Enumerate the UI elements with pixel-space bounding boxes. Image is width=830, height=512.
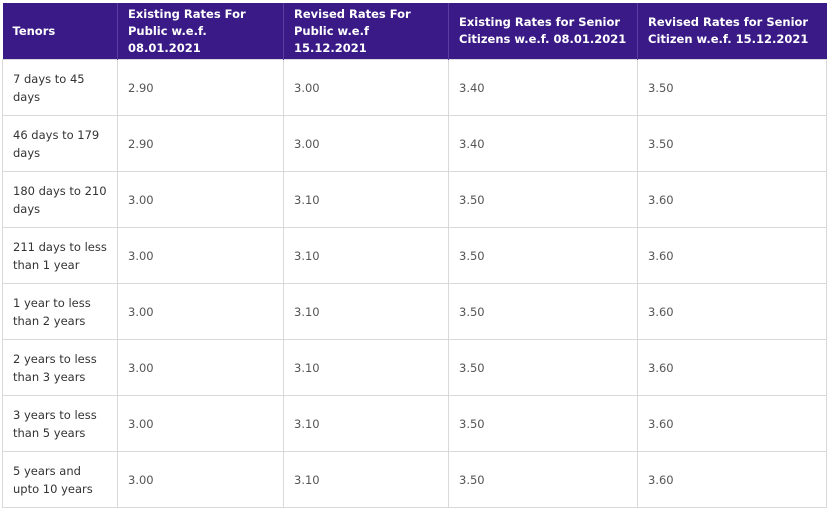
tenor-cell: 5 years and upto 10 years bbox=[2, 451, 118, 508]
revised-senior-rate-cell: 3.60 bbox=[637, 451, 827, 508]
tenor-cell: 46 days to 179 days bbox=[2, 115, 118, 172]
table-row: 46 days to 179 days 2.90 3.00 3.40 3.50 bbox=[2, 115, 827, 172]
existing-public-rate-cell: 2.90 bbox=[117, 115, 284, 172]
tenor-cell: 3 years to less than 5 years bbox=[2, 395, 118, 452]
existing-senior-rate-cell: 3.50 bbox=[448, 451, 638, 508]
existing-public-rate-cell: 3.00 bbox=[117, 171, 284, 228]
tenor-cell: 180 days to 210 days bbox=[2, 171, 118, 228]
revised-public-rate-cell: 3.10 bbox=[283, 395, 449, 452]
existing-senior-rate-cell: 3.50 bbox=[448, 283, 638, 340]
revised-public-rate-cell: 3.10 bbox=[283, 339, 449, 396]
existing-senior-rate-cell: 3.40 bbox=[448, 59, 638, 116]
header-row: Tenors Existing Rates For Public w.e.f. … bbox=[2, 3, 827, 60]
table-header: Tenors Existing Rates For Public w.e.f. … bbox=[2, 3, 827, 60]
tenor-cell: 7 days to 45 days bbox=[2, 59, 118, 116]
revised-senior-rate-cell: 3.60 bbox=[637, 395, 827, 452]
revised-senior-rate-cell: 3.50 bbox=[637, 59, 827, 116]
table-row: 211 days to less than 1 year 3.00 3.10 3… bbox=[2, 227, 827, 284]
header-existing-public: Existing Rates For Public w.e.f. 08.01.2… bbox=[117, 3, 284, 60]
revised-public-rate-cell: 3.10 bbox=[283, 171, 449, 228]
existing-public-rate-cell: 3.00 bbox=[117, 227, 284, 284]
revised-senior-rate-cell: 3.60 bbox=[637, 227, 827, 284]
existing-senior-rate-cell: 3.50 bbox=[448, 227, 638, 284]
tenor-cell: 2 years to less than 3 years bbox=[2, 339, 118, 396]
table-body: 7 days to 45 days 2.90 3.00 3.40 3.50 46… bbox=[2, 59, 827, 508]
table-row: 3 years to less than 5 years 3.00 3.10 3… bbox=[2, 395, 827, 452]
existing-public-rate-cell: 2.90 bbox=[117, 59, 284, 116]
table-row: 1 year to less than 2 years 3.00 3.10 3.… bbox=[2, 283, 827, 340]
revised-public-rate-cell: 3.10 bbox=[283, 451, 449, 508]
existing-public-rate-cell: 3.00 bbox=[117, 395, 284, 452]
revised-public-rate-cell: 3.10 bbox=[283, 283, 449, 340]
existing-senior-rate-cell: 3.40 bbox=[448, 115, 638, 172]
tenor-cell: 211 days to less than 1 year bbox=[2, 227, 118, 284]
revised-senior-rate-cell: 3.60 bbox=[637, 283, 827, 340]
table-row: 180 days to 210 days 3.00 3.10 3.50 3.60 bbox=[2, 171, 827, 228]
existing-public-rate-cell: 3.00 bbox=[117, 339, 284, 396]
revised-senior-rate-cell: 3.60 bbox=[637, 339, 827, 396]
table-row: 7 days to 45 days 2.90 3.00 3.40 3.50 bbox=[2, 59, 827, 116]
header-revised-public: Revised Rates For Public w.e.f 15.12.202… bbox=[283, 3, 449, 60]
tenor-cell: 1 year to less than 2 years bbox=[2, 283, 118, 340]
header-existing-senior: Existing Rates for Senior Citizens w.e.f… bbox=[448, 3, 638, 60]
revised-public-rate-cell: 3.00 bbox=[283, 115, 449, 172]
existing-senior-rate-cell: 3.50 bbox=[448, 171, 638, 228]
revised-public-rate-cell: 3.10 bbox=[283, 227, 449, 284]
existing-senior-rate-cell: 3.50 bbox=[448, 339, 638, 396]
existing-public-rate-cell: 3.00 bbox=[117, 451, 284, 508]
table-row: 2 years to less than 3 years 3.00 3.10 3… bbox=[2, 339, 827, 396]
revised-senior-rate-cell: 3.60 bbox=[637, 171, 827, 228]
existing-senior-rate-cell: 3.50 bbox=[448, 395, 638, 452]
revised-public-rate-cell: 3.00 bbox=[283, 59, 449, 116]
header-tenors: Tenors bbox=[2, 3, 118, 60]
interest-rates-table: Tenors Existing Rates For Public w.e.f. … bbox=[2, 3, 827, 508]
revised-senior-rate-cell: 3.50 bbox=[637, 115, 827, 172]
existing-public-rate-cell: 3.00 bbox=[117, 283, 284, 340]
header-revised-senior: Revised Rates for Senior Citizen w.e.f. … bbox=[637, 3, 827, 60]
table-row: 5 years and upto 10 years 3.00 3.10 3.50… bbox=[2, 451, 827, 508]
